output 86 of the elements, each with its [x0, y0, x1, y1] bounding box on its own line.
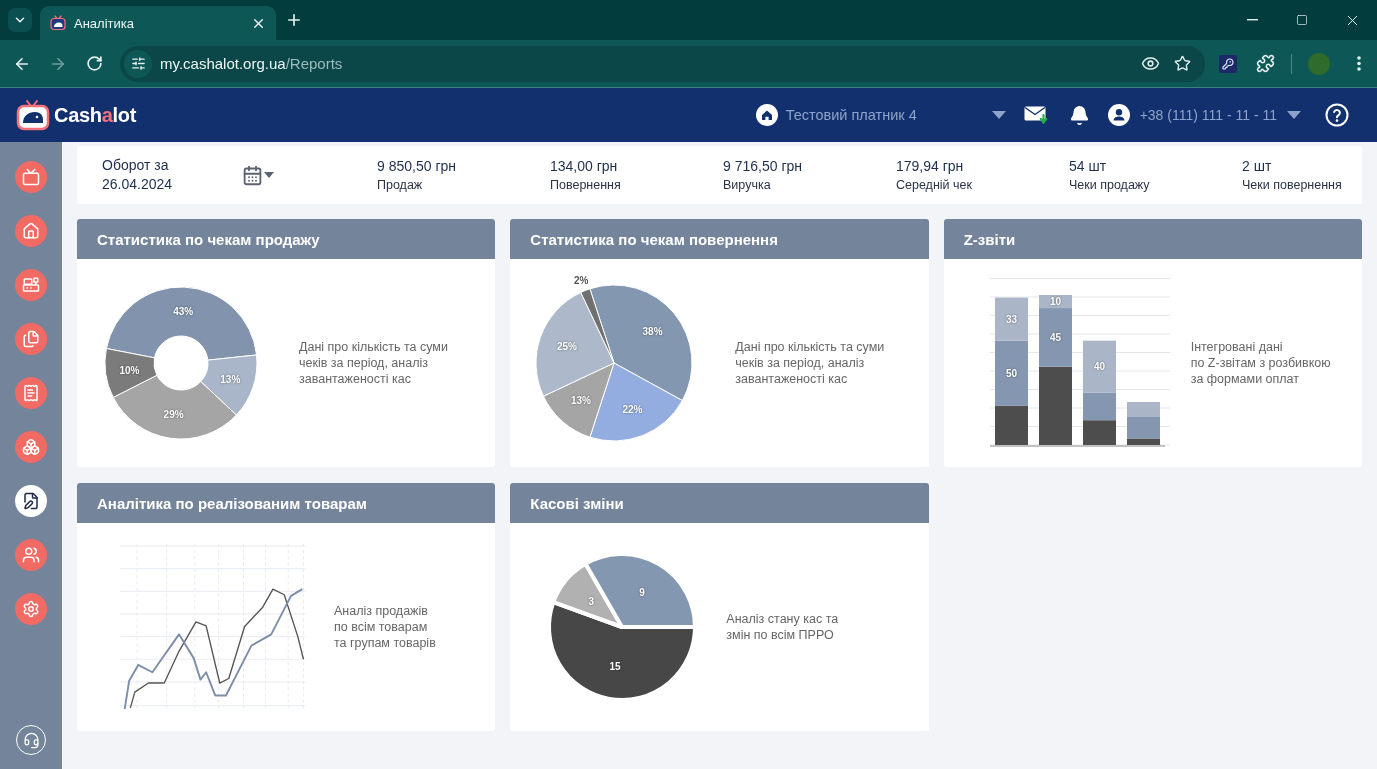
slice-label: 22% [622, 404, 643, 415]
eye-icon[interactable] [1141, 54, 1160, 73]
stat-label: Середній чек [896, 178, 973, 192]
stat-label: Продаж [377, 178, 424, 192]
sliders-icon [130, 56, 146, 71]
extensions-button[interactable] [1256, 54, 1275, 73]
report-card[interactable]: Статистика по чекам продажу 43% 13% 29% 10% Дані про кількість та суми чеків за період, аналіз завантаженості кас [77, 219, 496, 467]
address-bar[interactable]: my.cashalot.org.ua/Reports [120, 45, 1205, 82]
bar-label: 40 [1093, 361, 1105, 373]
bar-label: 50 [1005, 367, 1017, 379]
slice-label: 38% [642, 325, 663, 337]
tv-logo-icon [16, 99, 50, 131]
slice-label: 13% [220, 374, 241, 386]
card-description: Інтегровані дані по Z-звітам з розбивкою за формами оплат [1190, 339, 1331, 387]
stat-value: 179,94 грн [896, 158, 965, 174]
bar-label: 10 [1049, 296, 1061, 307]
card-header: Z-звіти [943, 219, 1362, 259]
caret-icon [1287, 111, 1301, 119]
minimize-icon [1246, 19, 1258, 21]
report-card[interactable]: Аналітика по реалізованим товарам Аналіз продажів по всім товарам та групам товарів [77, 483, 496, 731]
url-text: my.cashalot.org.ua/Reports [160, 55, 344, 72]
slice-label: 10% [119, 364, 140, 376]
slice-label: 3 [588, 595, 595, 607]
maximize-icon [1296, 14, 1308, 26]
tv-icon [50, 15, 66, 31]
key-extension-icon[interactable] [1219, 54, 1237, 73]
logo-text: Cashalot [54, 103, 137, 127]
turnover-title: Оборот за 26.04.2024 [102, 156, 174, 194]
report-card[interactable]: Z-звіти 50 33 45 10 40 Інтегровані дані по Z-звітам з розбивкою за формами оплат [943, 219, 1362, 467]
report-card[interactable]: Статистика по чекам повернення 38% 22% 13% 25% 2% Дані про кількість та суми чеків за період, аналіз завантаженості кас [510, 219, 929, 467]
stat-value: 9 850,50 грн [377, 158, 457, 174]
house-icon [22, 222, 40, 240]
slice-label: 43% [173, 305, 194, 317]
documents-icon [22, 330, 40, 348]
headset-icon [22, 731, 40, 749]
help-icon[interactable] [1325, 103, 1349, 127]
card-description: Аналіз продажів по всім товарам та групам товарів [334, 603, 436, 651]
stat-label: Повернення [550, 178, 622, 192]
card-description: Аналіз стану кас та змін по всім ПРРО [726, 611, 839, 643]
slice-label: 9 [639, 586, 646, 598]
card-header: Статистика по чекам повернення [510, 219, 929, 259]
stat-label: Виручка [723, 178, 772, 192]
site-settings-button[interactable] [124, 49, 152, 78]
bar-label: 33 [1005, 313, 1017, 325]
card-header: Касові зміни [510, 483, 929, 523]
report-card[interactable]: Касові зміни 15 3 9 Аналіз стану кас та змін по всім ПРРО [510, 483, 929, 731]
payer-select[interactable]: Тестовий платник 4 [755, 104, 1006, 126]
slice-label: 29% [163, 408, 184, 420]
slice-label: 25% [557, 340, 578, 352]
card-header: Аналітика по реалізованим товарам [77, 483, 496, 523]
slice-label: 13% [571, 395, 592, 406]
stat-value: 9 716,50 грн [723, 158, 803, 174]
envelope-arrow-icon[interactable] [1023, 105, 1049, 125]
stat-value: 54 шт [1069, 158, 1108, 174]
tab-list-button[interactable] [8, 8, 32, 32]
tv-icon [22, 168, 40, 186]
reload-icon [85, 55, 103, 72]
puzzle-icon [1256, 54, 1275, 73]
receipt-icon [22, 384, 40, 402]
cash-register-icon [22, 276, 40, 294]
house-icon [755, 104, 778, 126]
stat-value: 2 шт [1242, 158, 1273, 174]
gear-icon [22, 600, 40, 618]
caret-icon[interactable] [264, 172, 274, 178]
card-header: Статистика по чекам продажу [77, 219, 496, 259]
stat-label: Чеки повернення [1242, 178, 1343, 192]
card-description: Дані про кількість та суми чеків за період, аналіз завантаженості кас [735, 339, 885, 387]
star-icon[interactable] [1174, 55, 1191, 72]
stat-value: 134,00 грн [550, 158, 619, 174]
card-description: Дані про кількість та суми чеків за період, аналіз завантаженості кас [299, 339, 448, 387]
user-icon [1107, 104, 1130, 126]
boxes-icon [22, 438, 40, 456]
plus-icon [285, 11, 303, 29]
browser-tab[interactable]: Аналітика [40, 6, 276, 40]
calendar-icon[interactable] [242, 164, 263, 186]
stat-label: Чеки продажу [1069, 178, 1151, 192]
bar-label: 45 [1049, 331, 1061, 343]
account-menu[interactable]: +38 (111) 111 - 11 - 11 [1107, 104, 1301, 126]
menu-icon [1357, 56, 1361, 71]
nav-button[interactable] [15, 485, 47, 517]
document-pen-icon [22, 492, 40, 510]
users-icon [22, 546, 40, 564]
slice-label: 15 [609, 660, 621, 672]
caret-icon [991, 111, 1006, 119]
slice-label: 2% [574, 274, 589, 286]
bell-icon[interactable] [1068, 104, 1090, 126]
